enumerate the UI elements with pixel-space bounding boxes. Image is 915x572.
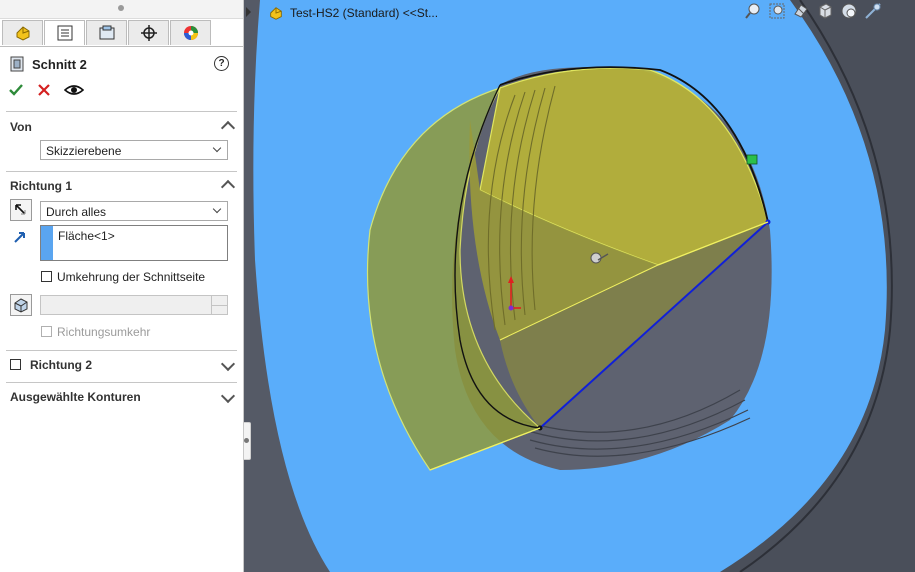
- cube-icon: [819, 3, 832, 19]
- separator: [6, 382, 237, 383]
- section-view-button[interactable]: [792, 2, 810, 20]
- drag-handle-icon[interactable]: [746, 154, 758, 165]
- von-select[interactable]: Skizzierebene: [40, 140, 228, 160]
- selection-color-bar: [41, 226, 53, 260]
- eye-icon: [64, 85, 84, 95]
- dimxpert-icon: [140, 25, 157, 41]
- section-von-label[interactable]: Von: [10, 120, 32, 134]
- tab-display-manager[interactable]: [170, 20, 211, 45]
- feature-manager-icon: [16, 26, 29, 41]
- collapse-richtung1-icon[interactable]: [220, 179, 236, 195]
- preview-button[interactable]: [64, 82, 84, 98]
- direction-reverse-label: Richtungsumkehr: [57, 325, 151, 339]
- chevron-down-icon: [212, 143, 222, 153]
- property-manager-panel: Schnitt 2 ? Von Skizzierebene Richtung 1…: [0, 0, 244, 572]
- heads-up-toolbar: [744, 2, 882, 20]
- section-contours-label[interactable]: Ausgewählte Konturen: [10, 390, 141, 404]
- tab-divider: [0, 46, 243, 47]
- view-orientation-button[interactable]: [816, 2, 834, 20]
- collapse-von-icon[interactable]: [220, 120, 236, 136]
- tab-feature-manager[interactable]: [2, 20, 43, 45]
- zoom-to-fit-button[interactable]: [744, 2, 762, 20]
- end-condition-select[interactable]: Durch alles: [40, 201, 228, 221]
- tab-configuration-manager[interactable]: [86, 20, 127, 45]
- manager-tabs: [2, 20, 212, 46]
- direction-arrow-icon: [14, 232, 25, 243]
- feature-header: Schnitt 2 ?: [10, 54, 235, 74]
- section-view-icon: [794, 4, 808, 18]
- graphics-viewport[interactable]: [244, 0, 915, 572]
- origin-point: [508, 305, 514, 311]
- separator: [6, 111, 237, 112]
- cancel-button[interactable]: [36, 82, 52, 98]
- checkmark-icon: [9, 84, 23, 96]
- zoom-area-button[interactable]: [768, 2, 786, 20]
- von-select-value: Skizzierebene: [46, 144, 122, 158]
- panel-collapse-handle[interactable]: [244, 422, 251, 460]
- separator: [6, 171, 237, 172]
- tree-expand-icon[interactable]: [246, 7, 252, 17]
- scene-icon: [865, 3, 881, 19]
- hide-show-button[interactable]: [864, 2, 882, 20]
- handle-dot: [244, 438, 249, 443]
- spin-down-button[interactable]: [211, 305, 227, 314]
- configuration-manager-icon: [99, 25, 114, 40]
- spin-up-button[interactable]: [211, 296, 227, 305]
- flip-side-checkbox[interactable]: [41, 271, 52, 282]
- separator: [6, 350, 237, 351]
- document-title-bar[interactable]: Test-HS2 (Standard) <<St...: [268, 5, 438, 21]
- reverse-direction-button[interactable]: [10, 199, 32, 221]
- ok-button[interactable]: [8, 82, 24, 98]
- expand-contours-icon[interactable]: [220, 388, 236, 404]
- chevron-down-icon: [212, 204, 222, 214]
- reverse-direction-icon: [15, 204, 26, 215]
- display-manager-icon: [183, 26, 198, 40]
- cut-feature-icon: [10, 56, 24, 72]
- offset-distance-spinner[interactable]: [40, 295, 228, 315]
- x-icon: [38, 84, 50, 96]
- panel-grip[interactable]: [0, 0, 243, 19]
- zoom-area-icon: [769, 3, 785, 19]
- direction-face-list[interactable]: Fläche<1>: [40, 225, 228, 261]
- property-manager-icon: [57, 25, 72, 41]
- end-condition-value: Durch alles: [46, 205, 107, 219]
- section-richtung2-label[interactable]: Richtung 2: [30, 358, 92, 372]
- display-style-icon: [841, 3, 857, 19]
- zoom-icon: [745, 3, 760, 19]
- action-buttons: [8, 80, 84, 100]
- expand-richtung2-icon[interactable]: [220, 356, 236, 372]
- section-richtung1-label[interactable]: Richtung 1: [10, 179, 72, 193]
- help-button[interactable]: ?: [214, 56, 229, 71]
- document-title: Test-HS2 (Standard) <<St...: [290, 6, 439, 20]
- offset-surface-icon: [14, 298, 28, 313]
- tab-property-manager[interactable]: [44, 20, 85, 45]
- direction-reverse-checkbox[interactable]: [41, 326, 52, 337]
- offset-surface-button[interactable]: [10, 294, 32, 316]
- feature-title: Schnitt 2: [32, 56, 87, 72]
- face-list-item[interactable]: Fläche<1>: [58, 229, 115, 243]
- tab-dimxpert[interactable]: [128, 20, 169, 45]
- flip-side-label: Umkehrung der Schnittseite: [57, 270, 206, 284]
- richtung2-checkbox[interactable]: [10, 359, 21, 370]
- part-icon: [270, 7, 282, 20]
- grip-dot: [118, 5, 124, 11]
- display-style-button[interactable]: [840, 2, 858, 20]
